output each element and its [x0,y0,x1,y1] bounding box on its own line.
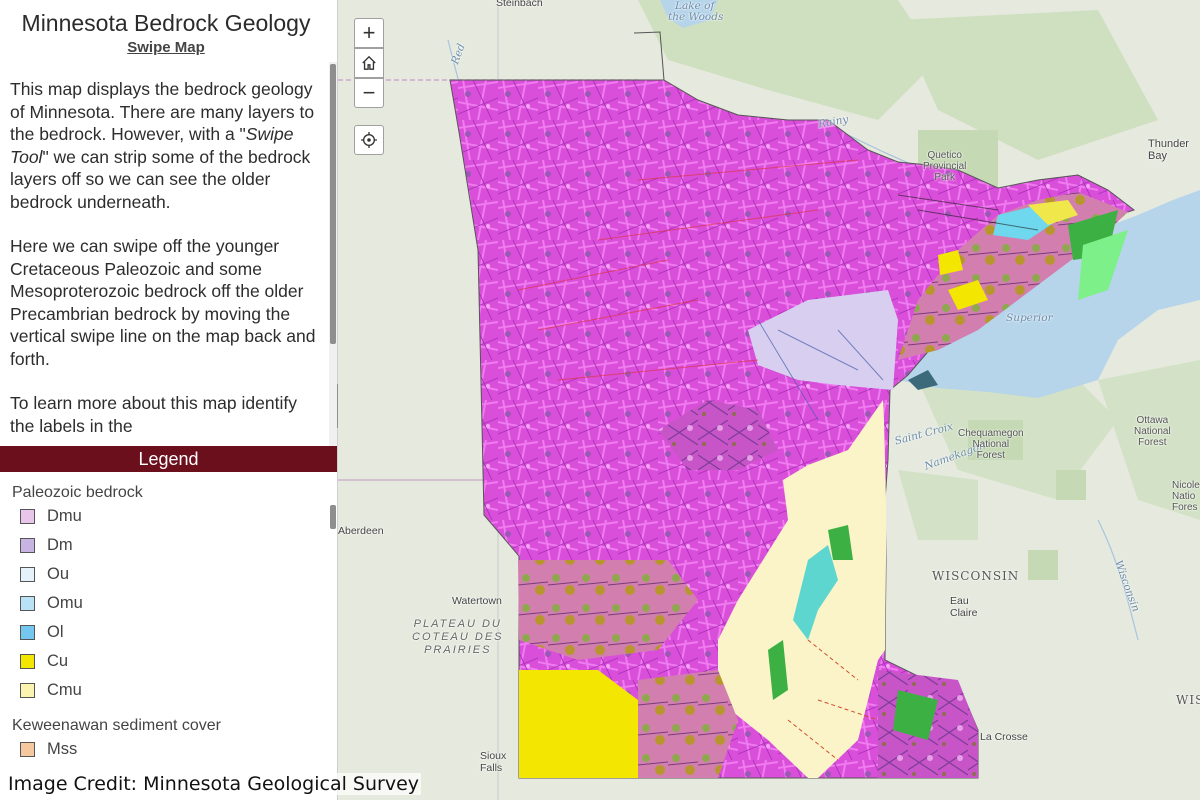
place-label-line: Bay [1148,150,1167,162]
park-label-line: Chequamegon [958,428,1024,439]
legend-label: Ou [47,565,70,583]
locate-icon [361,132,377,148]
region-label-line: PLATEAU DU [413,618,502,630]
park-label-line: Forest [976,450,1005,461]
legend-item: Ol [20,618,337,647]
park-label-line: Natio [1172,491,1196,502]
legend-scrollbar-thumb[interactable] [330,505,336,529]
legend-item: Dm [20,531,337,560]
legend-group-title: Paleozoic bedrock [12,484,143,501]
legend-item: Mss [20,735,337,764]
region-label-line: COTEAU DES [412,631,504,643]
description-paragraph-1: This map displays the bedrock geology of… [10,78,316,213]
description-scrollbar-thumb[interactable] [330,64,336,344]
legend-swatch [20,625,35,640]
legend-swatch [20,567,35,582]
park-label-line: Ottawa [1136,415,1169,426]
park-label-line: Park [934,172,955,183]
place-label: Aberdeen [338,525,384,537]
park-label-line: Fores [1172,502,1198,513]
park-label: Ottawa National Forest [1134,415,1171,448]
park-label: Chequamegon National Forest [958,428,1024,461]
image-credit: Image Credit: Minnesota Geological Surve… [6,773,422,795]
place-label: Watertown [452,595,502,607]
legend-swatch [20,683,35,698]
park-label: Quetico Provincial Park [923,150,966,183]
place-label: Thunder Bay [1148,138,1189,162]
description-text-part: " we can strip some of the bedrock layer… [10,146,311,212]
place-label-line: Falls [480,762,503,774]
region-label-line: PRAIRIES [424,644,492,656]
place-label: Eau Claire [950,595,977,619]
legend-label: Dmu [47,507,82,525]
legend-label: Dm [47,536,73,554]
legend-item: Ou [20,560,337,589]
legend-swatch [20,509,35,524]
place-label-line: Claire [950,607,978,619]
region-label: PLATEAU DU COTEAU DES PRAIRIES [412,618,504,657]
zoom-in-button[interactable]: + [354,18,384,48]
state-label: WISCONSIN [932,569,1020,583]
legend-group-title: Keweenawan sediment cover [12,717,222,734]
home-icon [362,55,376,70]
park-label-line: Quetico [927,150,962,161]
legend-swatch [20,654,35,669]
park-label-line: Nicole [1172,480,1200,491]
place-label-line: Eau [950,595,969,607]
side-panel: Minnesota Bedrock Geology Swipe Map This… [0,0,338,800]
panel-subtitle-link[interactable]: Swipe Map [0,39,332,56]
place-label: La Crosse [980,731,1028,743]
legend-label: Omu [47,594,83,612]
legend-panel: Paleozoic bedrock Dmu Dm Ou Omu Ol Cu Cm… [0,472,337,800]
water-label: the Woods [668,11,724,23]
legend-label: Mss [47,740,78,758]
lake-label: Superior [1006,312,1053,324]
locate-button[interactable] [354,125,384,155]
legend-label: Cu [47,652,69,670]
legend-item: Dmu [20,502,337,531]
legend-item: Omu [20,589,337,618]
panel-title: Minnesota Bedrock Geology [21,10,311,36]
description-paragraph-2: Here we can swipe off the younger Cretac… [10,236,316,369]
state-label: WIS [1176,693,1200,707]
park-label-line: Forest [1138,437,1167,448]
legend-header[interactable]: Legend [0,446,337,472]
zoom-out-button[interactable]: − [354,78,384,108]
legend-item: Cmu [20,676,337,705]
park-label-line: National [972,439,1010,450]
home-button[interactable] [354,48,384,78]
place-label-line: Sioux [480,750,507,762]
park-label-line: Provincial [923,161,967,172]
park-label-line: National [1134,426,1171,437]
description-text: This map displays the bedrock geology of… [10,78,316,446]
legend-swatch [20,742,35,757]
map-view[interactable]: + − Steinbach Lake of the Woods Red Rain… [338,0,1200,800]
place-label: Steinbach [496,0,543,9]
legend-item: Cu [20,647,337,676]
legend-label: Ol [47,623,64,641]
place-label: Sioux Falls [480,750,506,774]
legend-swatch [20,538,35,553]
legend-label: Cmu [47,681,82,699]
park-label: Nicole Natio Fores [1172,480,1200,513]
basemap [338,0,1200,800]
description-paragraph-3: To learn more about this map identify th… [10,393,297,436]
legend-swatch [20,596,35,611]
place-label-line: Thunder [1148,138,1189,150]
